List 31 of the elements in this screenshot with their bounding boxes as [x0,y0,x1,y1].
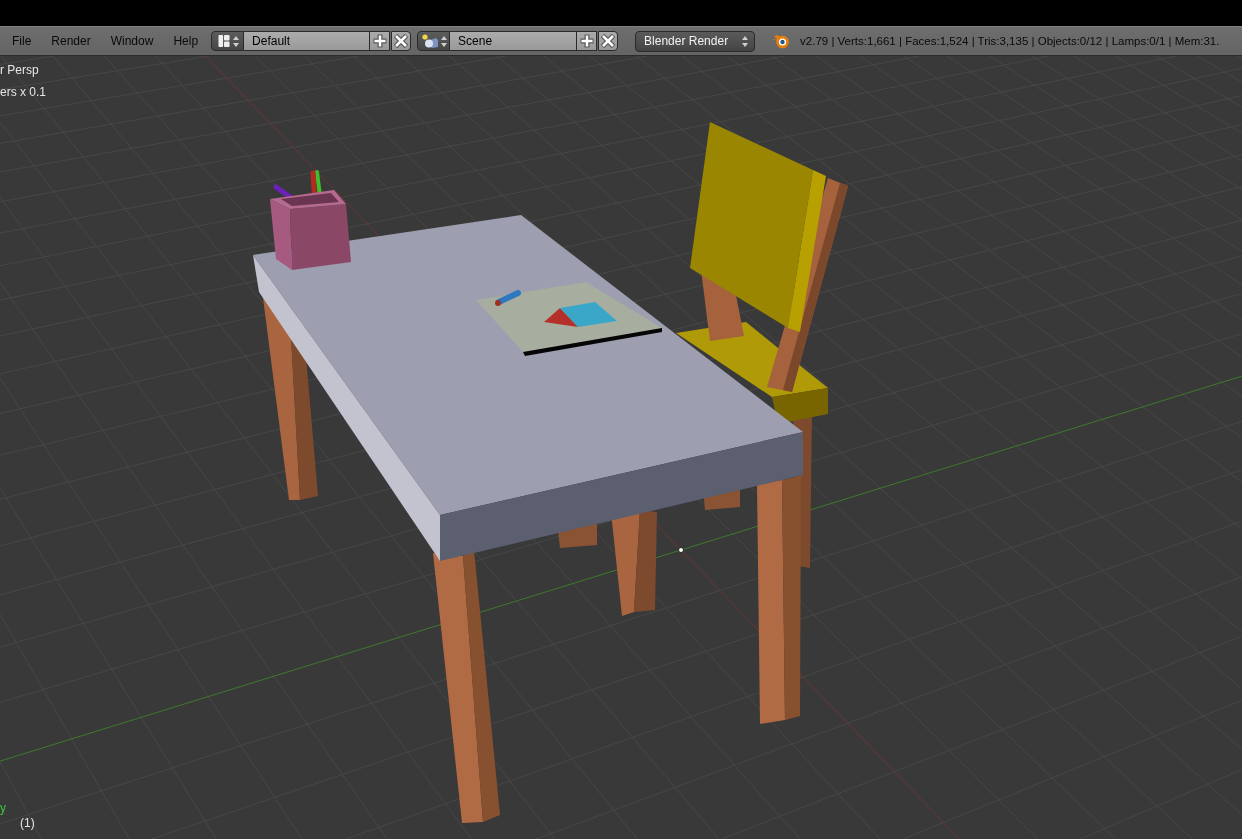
up-down-arrows-icon [441,35,448,47]
menu-item[interactable]: File [2,31,42,51]
menu-item[interactable]: Render [41,31,101,51]
x-icon [394,34,409,48]
triangle-shape [544,308,578,327]
delete-button[interactable] [391,31,412,51]
up-down-arrows-icon [742,35,749,47]
render-engine-dropdown[interactable]: Blender Render [635,30,756,52]
x-icon [601,34,616,48]
scene-statistics: v2.79 | Verts:1,661 | Faces:1,524 | Tris:3,135 | Objects:0/12 | Lamps:0/1 | Mem:31. [800,35,1220,47]
axis-label: y [0,801,6,815]
pen [495,290,521,306]
scene-name-field[interactable]: Scene [450,31,578,51]
layout-icon [218,35,231,47]
up-down-arrows-icon [233,35,240,47]
plus-icon [372,34,387,48]
add-button[interactable] [577,31,598,51]
add-button[interactable] [370,31,391,51]
layout-name-field[interactable]: Default [244,31,371,51]
menu-item[interactable]: Window [100,31,164,51]
grid-scale-label: ers x 0.1 [0,85,47,99]
frame-number: (1) [20,816,35,830]
dot-icon [678,547,684,553]
layout-button[interactable] [211,31,245,51]
scene-button[interactable] [417,31,451,51]
ring-logo-icon [771,33,791,49]
sphere-cube-icon [422,34,439,48]
delete-button[interactable] [598,31,619,51]
view-name-label: r Persp [0,63,39,77]
menu-item[interactable]: Help [163,31,209,51]
plus-icon [579,34,594,48]
